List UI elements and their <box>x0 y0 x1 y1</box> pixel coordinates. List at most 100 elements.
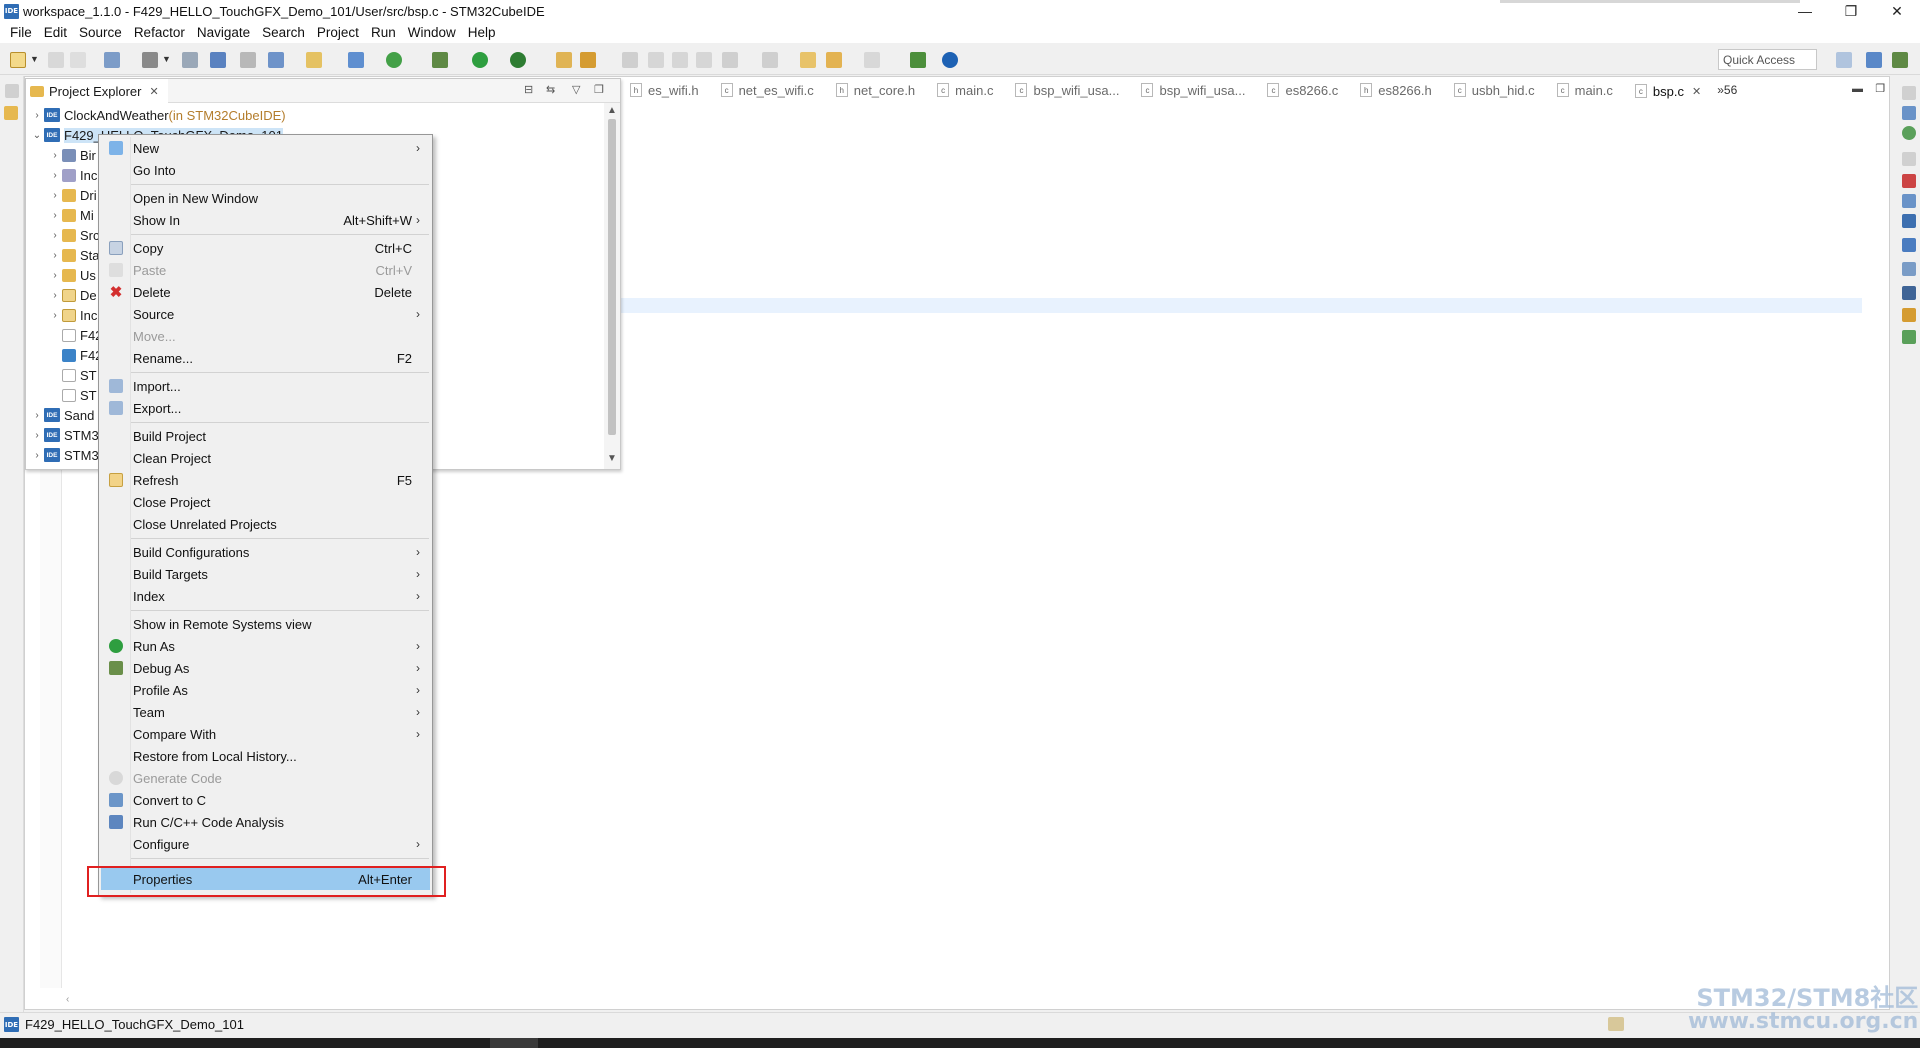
outline-icon[interactable] <box>1902 106 1916 120</box>
scroll-down-icon[interactable]: ▼ <box>607 453 617 464</box>
tab-bsp-wifi-usa-2[interactable]: c bsp_wifi_usa... <box>1131 78 1257 102</box>
tab-es-wifi-h[interactable]: h es_wifi.h <box>620 78 711 102</box>
forward-icon[interactable] <box>864 52 880 68</box>
menu-item-open-new-window[interactable]: Open in New Window <box>101 187 430 209</box>
scroll-thumb[interactable] <box>608 119 616 435</box>
menu-item-compare-with[interactable]: Compare With › <box>101 723 430 745</box>
editor-vertical-scrollbar[interactable] <box>1864 103 1878 988</box>
tab-usbh-hid-c[interactable]: c usbh_hid.c <box>1444 78 1547 102</box>
menu-item-show-in[interactable]: Show In Alt+Shift+W › <box>101 209 430 231</box>
tree-debug[interactable]: › De <box>48 285 96 305</box>
external-tools-icon[interactable] <box>510 52 526 68</box>
expand-chevron-icon[interactable]: › <box>48 170 62 181</box>
perspective-open-icon[interactable] <box>1836 52 1852 68</box>
menu-item-run-as[interactable]: Run As › <box>101 635 430 657</box>
build-targets-icon[interactable] <box>1902 126 1916 140</box>
menu-help[interactable]: Help <box>462 25 502 40</box>
problems-icon[interactable] <box>1902 174 1916 188</box>
tree-user[interactable]: › Us <box>48 265 96 285</box>
menu-item-go-into[interactable]: Go Into <box>101 159 430 181</box>
editor-horizontal-scrollbar[interactable]: ‹ <box>62 994 1862 1008</box>
prev-annotation-icon[interactable] <box>762 52 778 68</box>
new-file-icon[interactable] <box>10 52 26 68</box>
settings-icon[interactable] <box>104 52 120 68</box>
next-annotation-icon[interactable] <box>722 52 738 68</box>
menu-edit[interactable]: Edit <box>38 25 73 40</box>
expand-chevron-icon[interactable]: › <box>30 110 44 121</box>
tree-drivers[interactable]: › Dri <box>48 185 96 205</box>
close-tab-icon[interactable]: ✕ <box>1692 85 1701 98</box>
menu-item-paste[interactable]: Paste Ctrl+V <box>101 259 430 281</box>
minimize-button[interactable]: — <box>1782 0 1828 22</box>
more-tabs-button[interactable]: »56 <box>1717 83 1737 97</box>
expand-chevron-icon[interactable]: › <box>48 150 62 161</box>
close-icon[interactable]: ✕ <box>149 85 158 98</box>
menu-navigate[interactable]: Navigate <box>191 25 256 40</box>
menu-item-build-targets[interactable]: Build Targets › <box>101 563 430 585</box>
tree-project-sandbox[interactable]: › IDE Sand <box>30 405 94 425</box>
scroll-left-icon[interactable]: ‹ <box>66 994 69 1005</box>
tree-binaries[interactable]: › Bir <box>48 145 96 165</box>
menu-item-close-unrelated[interactable]: Close Unrelated Projects <box>101 513 430 535</box>
block-select-icon[interactable] <box>672 52 688 68</box>
new-class-icon[interactable] <box>348 52 364 68</box>
link-editor-icon[interactable]: ⇆ <box>546 83 555 96</box>
tree-project-clockandweather[interactable]: › IDE ClockAndWeather (in STM32CubeIDE) <box>30 105 285 125</box>
menu-item-rename[interactable]: Rename... F2 <box>101 347 430 369</box>
back-icon[interactable] <box>826 52 842 68</box>
menu-item-build-project[interactable]: Build Project <box>101 425 430 447</box>
search-view-icon[interactable] <box>1902 308 1916 322</box>
menu-item-configure[interactable]: Configure › <box>101 833 430 855</box>
restore-right-icon[interactable] <box>1902 86 1916 100</box>
menu-item-clean-project[interactable]: Clean Project <box>101 447 430 469</box>
hand-icon[interactable] <box>240 52 256 68</box>
expand-chevron-icon[interactable]: › <box>48 270 62 281</box>
tab-main-c[interactable]: c main.c <box>927 78 1005 102</box>
tab-bsp-wifi-usa-1[interactable]: c bsp_wifi_usa... <box>1005 78 1131 102</box>
collapse-chevron-icon[interactable]: ⌄ <box>30 130 44 141</box>
new-dropdown-icon[interactable]: ▼ <box>30 54 39 64</box>
pen-icon[interactable] <box>622 52 638 68</box>
menu-refactor[interactable]: Refactor <box>128 25 191 40</box>
debug-icon[interactable] <box>432 52 448 68</box>
menu-item-export[interactable]: Export... <box>101 397 430 419</box>
tab-bsp-c[interactable]: c bsp.c ✕ <box>1624 78 1714 102</box>
call-hierarchy-icon[interactable] <box>1902 330 1916 344</box>
tree-includes[interactable]: › Inc <box>48 165 97 185</box>
close-window-button[interactable]: ✕ <box>1874 0 1920 22</box>
properties-view-icon[interactable] <box>1902 238 1916 252</box>
menu-item-move[interactable]: Move... <box>101 325 430 347</box>
menu-item-convert-to-c[interactable]: Convert to C <box>101 789 430 811</box>
menu-item-build-configurations[interactable]: Build Configurations › <box>101 541 430 563</box>
menu-file[interactable]: File <box>4 25 38 40</box>
expand-chevron-icon[interactable]: › <box>30 450 44 461</box>
menu-item-delete[interactable]: ✖ Delete Delete <box>101 281 430 303</box>
registers-icon[interactable] <box>1902 286 1916 300</box>
explorer-scrollbar[interactable]: ▲ ▼ <box>604 103 620 469</box>
memory-icon[interactable] <box>1902 262 1916 276</box>
view-menu-icon[interactable]: ▽ <box>572 83 580 96</box>
menu-item-copy[interactable]: Copy Ctrl+C <box>101 237 430 259</box>
taskbar-active-app[interactable] <box>490 1038 538 1048</box>
menu-item-import[interactable]: Import... <box>101 375 430 397</box>
expand-chevron-icon[interactable]: › <box>48 310 62 321</box>
tree-project-stm32-2[interactable]: › IDE STM3 <box>30 445 98 465</box>
open-type-icon[interactable] <box>268 52 284 68</box>
menu-item-new[interactable]: New › <box>101 137 430 159</box>
tab-net-es-wifi-c[interactable]: c net_es_wifi.c <box>711 78 826 102</box>
tab-es8266-h[interactable]: h es8266.h <box>1350 78 1444 102</box>
expand-chevron-icon[interactable]: › <box>48 190 62 201</box>
menu-project[interactable]: Project <box>311 25 365 40</box>
maximize-view-icon[interactable]: ❐ <box>594 83 604 96</box>
debug-config-icon[interactable] <box>210 52 226 68</box>
tree-file-f429-ioc[interactable]: F42 <box>48 345 102 365</box>
menu-item-remote-systems[interactable]: Show in Remote Systems view <box>101 613 430 635</box>
last-edit-icon[interactable] <box>800 52 816 68</box>
expand-chevron-icon[interactable]: › <box>48 230 62 241</box>
scroll-up-icon[interactable]: ▲ <box>607 105 617 116</box>
tab-main-c-2[interactable]: c main.c <box>1547 78 1625 102</box>
project-explorer-tab[interactable]: Project Explorer ✕ <box>26 79 168 103</box>
new-project-icon[interactable] <box>386 52 402 68</box>
console-icon[interactable] <box>1902 214 1916 228</box>
collapse-all-icon[interactable]: ⊟ <box>524 83 533 96</box>
